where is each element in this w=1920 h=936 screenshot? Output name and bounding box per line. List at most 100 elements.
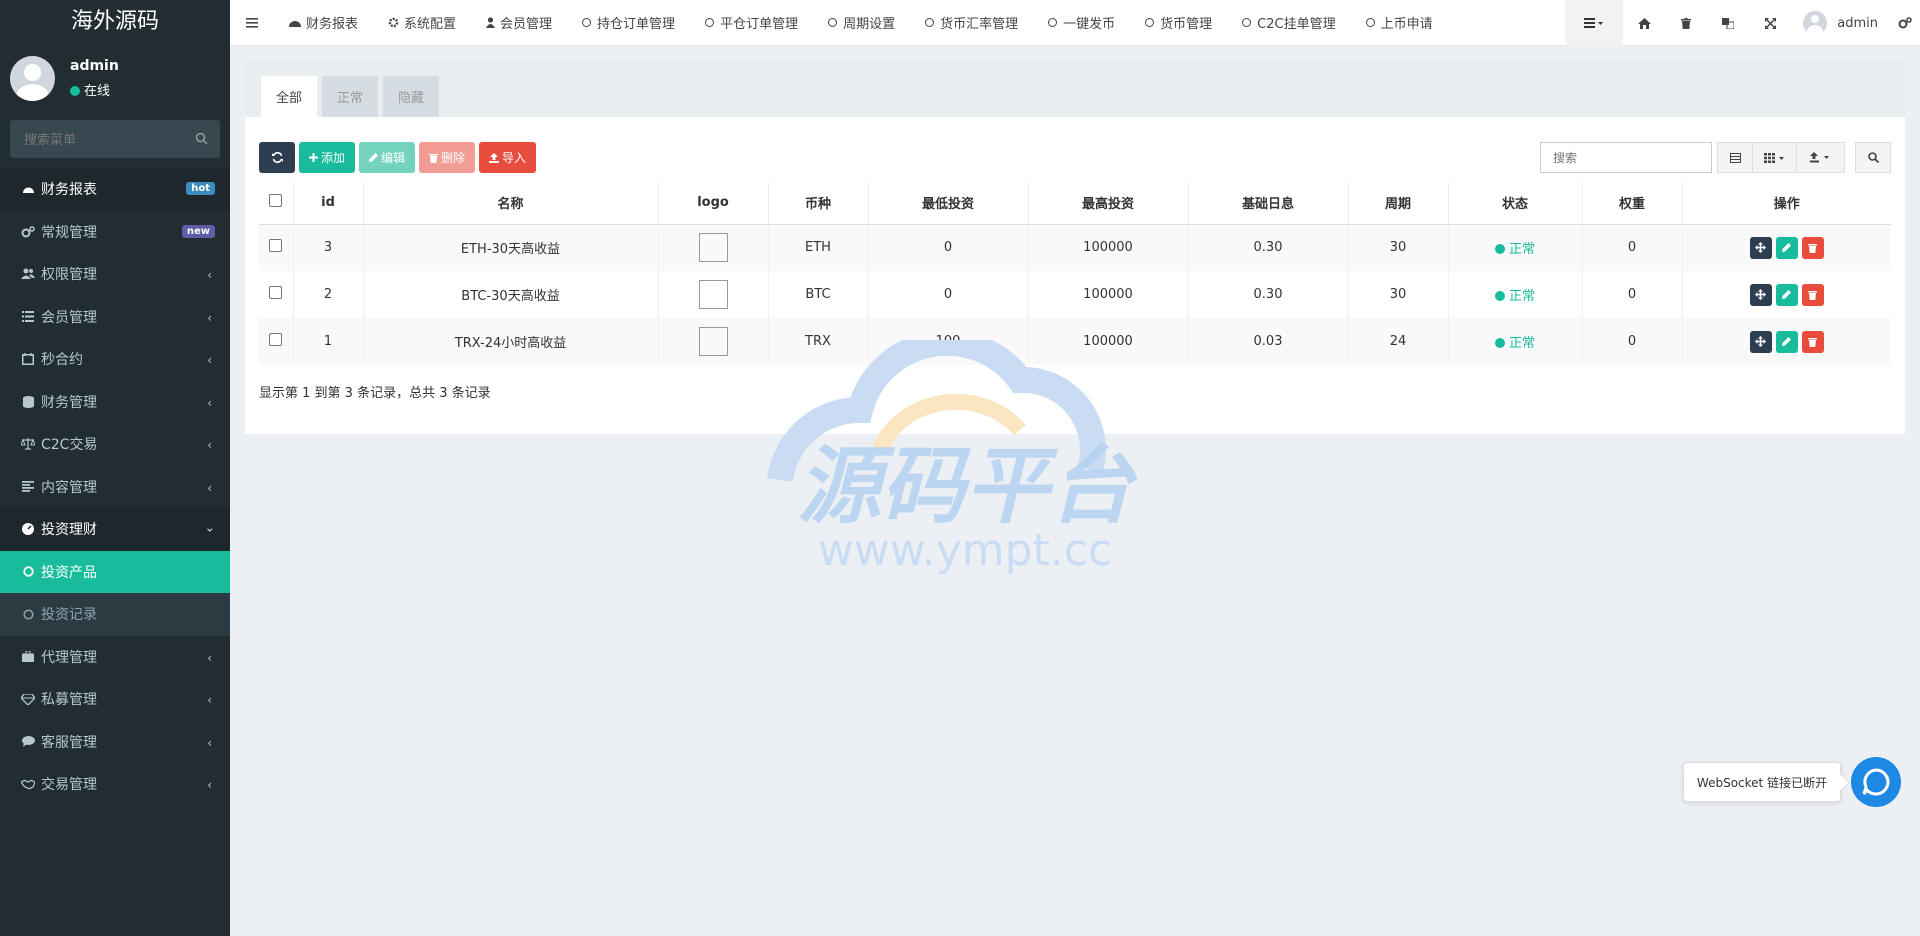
table-toolbar: 添加 编辑 删除 导入 — [259, 142, 537, 173]
sidebar-item-label: 常规管理 — [41, 224, 97, 241]
drag-sort-button[interactable] — [1749, 236, 1772, 259]
sidebar-item-label: 交易管理 — [41, 777, 97, 794]
sidebar-item-second-contract[interactable]: 秒合约 ‹ — [0, 338, 230, 381]
pencil-icon — [1782, 290, 1792, 299]
column-header[interactable]: 最高投资 — [1027, 182, 1188, 225]
topnav-tab-members[interactable]: 会员管理 — [471, 0, 567, 46]
topnav-tab-finance-report[interactable]: 财务报表 — [274, 0, 373, 46]
topnav-tab-label: 货币汇率管理 — [940, 17, 1019, 32]
search-toggle-button[interactable] — [1855, 142, 1891, 173]
column-header[interactable]: 状态 — [1447, 182, 1582, 225]
status-badge[interactable]: 正常 — [1495, 289, 1535, 304]
sidebar-item-investment[interactable]: 投资理财 ‹ — [0, 508, 230, 551]
topnav-tab-period-settings[interactable]: 周期设置 — [813, 0, 910, 46]
rate-cell: 0.03 — [1187, 318, 1348, 365]
dashboard-icon — [289, 18, 301, 28]
import-button[interactable]: 导入 — [479, 142, 537, 173]
column-header[interactable]: logo — [657, 182, 768, 225]
status-badge[interactable]: 正常 — [1495, 336, 1535, 351]
sidebar-item-permissions[interactable]: 权限管理 ‹ — [0, 253, 230, 296]
chevron-left-icon: ‹ — [207, 438, 212, 452]
row-delete-button[interactable] — [1801, 330, 1824, 353]
weight-cell: 0 — [1581, 318, 1682, 365]
topnav-tab-currency[interactable]: 货币管理 — [1130, 0, 1227, 46]
tab-all[interactable]: 全部 — [261, 76, 318, 117]
delete-button[interactable]: 删除 — [419, 142, 476, 173]
sidebar-item-label: 秒合约 — [41, 352, 83, 369]
table-row[interactable]: 1 TRX-24小时高收益 TRX 100 100000 0.03 24 正常 0 — [259, 318, 1891, 365]
settings-button[interactable] — [1890, 0, 1920, 46]
table-right-tools — [1540, 142, 1891, 173]
user-icon — [486, 17, 496, 28]
select-all-checkbox[interactable] — [269, 194, 283, 208]
circle-o-icon — [1048, 18, 1058, 27]
sidebar-item-label: 投资理财 — [41, 522, 97, 539]
drag-sort-button[interactable] — [1749, 330, 1772, 353]
pagination-info: 显示第 1 到第 3 条记录，总共 3 条记录 — [259, 386, 491, 401]
menu-search-input[interactable] — [10, 120, 220, 158]
row-checkbox[interactable] — [269, 286, 283, 299]
chat-button[interactable] — [1851, 757, 1901, 807]
clear-cache-button[interactable] — [1665, 0, 1707, 46]
columns-dropdown-button[interactable] — [1753, 142, 1797, 173]
add-button[interactable]: 添加 — [299, 142, 356, 173]
row-edit-button[interactable] — [1775, 330, 1798, 353]
drag-sort-button[interactable] — [1749, 283, 1772, 306]
column-header[interactable]: 最低投资 — [867, 182, 1028, 225]
sidebar-toggle-button[interactable] — [230, 0, 274, 46]
row-edit-button[interactable] — [1775, 283, 1798, 306]
topnav-tab-c2c-orders[interactable]: C2C挂单管理 — [1227, 0, 1350, 46]
sidebar-item-content[interactable]: 内容管理 ‹ — [0, 466, 230, 509]
sidebar-item-c2c[interactable]: C2C交易 ‹ — [0, 423, 230, 466]
table-search-input[interactable] — [1540, 142, 1712, 173]
row-edit-button[interactable] — [1775, 236, 1798, 259]
chevron-left-icon: ‹ — [207, 310, 212, 325]
search-icon[interactable] — [195, 132, 208, 149]
column-header[interactable]: 权重 — [1581, 182, 1682, 225]
tab-normal[interactable]: 正常 — [322, 76, 379, 117]
topnav-tab-closed-orders[interactable]: 平仓订单管理 — [690, 0, 813, 46]
sidebar-item-investment-records[interactable]: 投资记录 — [0, 593, 230, 636]
nav-menu-dropdown-button[interactable] — [1565, 0, 1624, 46]
language-button[interactable] — [1707, 0, 1749, 46]
sidebar-item-finance[interactable]: 财务管理 ‹ — [0, 381, 230, 424]
column-header[interactable]: 基础日息 — [1187, 182, 1348, 225]
column-header[interactable]: id — [292, 182, 363, 225]
row-checkbox[interactable] — [269, 333, 283, 346]
row-delete-button[interactable] — [1801, 236, 1824, 259]
column-header[interactable]: 币种 — [767, 182, 868, 225]
topnav-tab-listing-apply[interactable]: 上币申请 — [1351, 0, 1448, 46]
status-cell: 正常 — [1447, 224, 1582, 271]
refresh-button[interactable] — [259, 142, 295, 173]
circle-o-icon — [925, 18, 935, 27]
table-row[interactable]: 3 ETH-30天高收益 ETH 0 100000 0.30 30 正常 0 — [259, 224, 1891, 271]
topnav-tab-open-orders[interactable]: 持仓订单管理 — [567, 0, 690, 46]
fullscreen-button[interactable] — [1749, 0, 1791, 46]
chevron-down-icon: ‹ — [202, 527, 217, 533]
table-row[interactable]: 2 BTC-30天高收益 BTC 0 100000 0.30 30 正常 0 — [259, 271, 1891, 318]
export-dropdown-button[interactable] — [1797, 142, 1845, 173]
column-header[interactable]: 名称 — [362, 182, 658, 225]
app-logo[interactable]: 海外源码 — [0, 0, 230, 46]
sidebar-item-investment-products[interactable]: 投资产品 — [0, 550, 230, 593]
column-header[interactable]: 周期 — [1347, 182, 1448, 225]
toggle-view-button[interactable] — [1717, 142, 1753, 173]
topnav-tab-issue-coin[interactable]: 一键发币 — [1033, 0, 1130, 46]
sidebar-item-agent[interactable]: 代理管理 ‹ — [0, 636, 230, 679]
user-panel: admin 在线 — [0, 46, 230, 118]
sidebar-item-members[interactable]: 会员管理 ‹ — [0, 296, 230, 339]
sidebar-item-finance-report[interactable]: 财务报表 hot — [0, 168, 230, 211]
topnav-tab-system-config[interactable]: 系统配置 — [373, 0, 471, 46]
status-badge[interactable]: 正常 — [1495, 242, 1535, 257]
row-checkbox[interactable] — [269, 239, 283, 253]
home-button[interactable] — [1623, 0, 1665, 46]
sidebar-item-general[interactable]: 常规管理 new — [0, 211, 230, 254]
edit-button[interactable]: 编辑 — [359, 142, 416, 173]
row-delete-button[interactable] — [1801, 283, 1824, 306]
tab-hidden[interactable]: 隐藏 — [383, 76, 440, 117]
sidebar-item-customer-service[interactable]: 客服管理 ‹ — [0, 721, 230, 764]
sidebar-item-private-equity[interactable]: 私募管理 ‹ — [0, 678, 230, 721]
admin-user-menu[interactable]: admin — [1791, 0, 1890, 46]
topnav-tab-exchange-rates[interactable]: 货币汇率管理 — [910, 0, 1033, 46]
sidebar-item-trading[interactable]: 交易管理 ‹ — [0, 763, 230, 806]
